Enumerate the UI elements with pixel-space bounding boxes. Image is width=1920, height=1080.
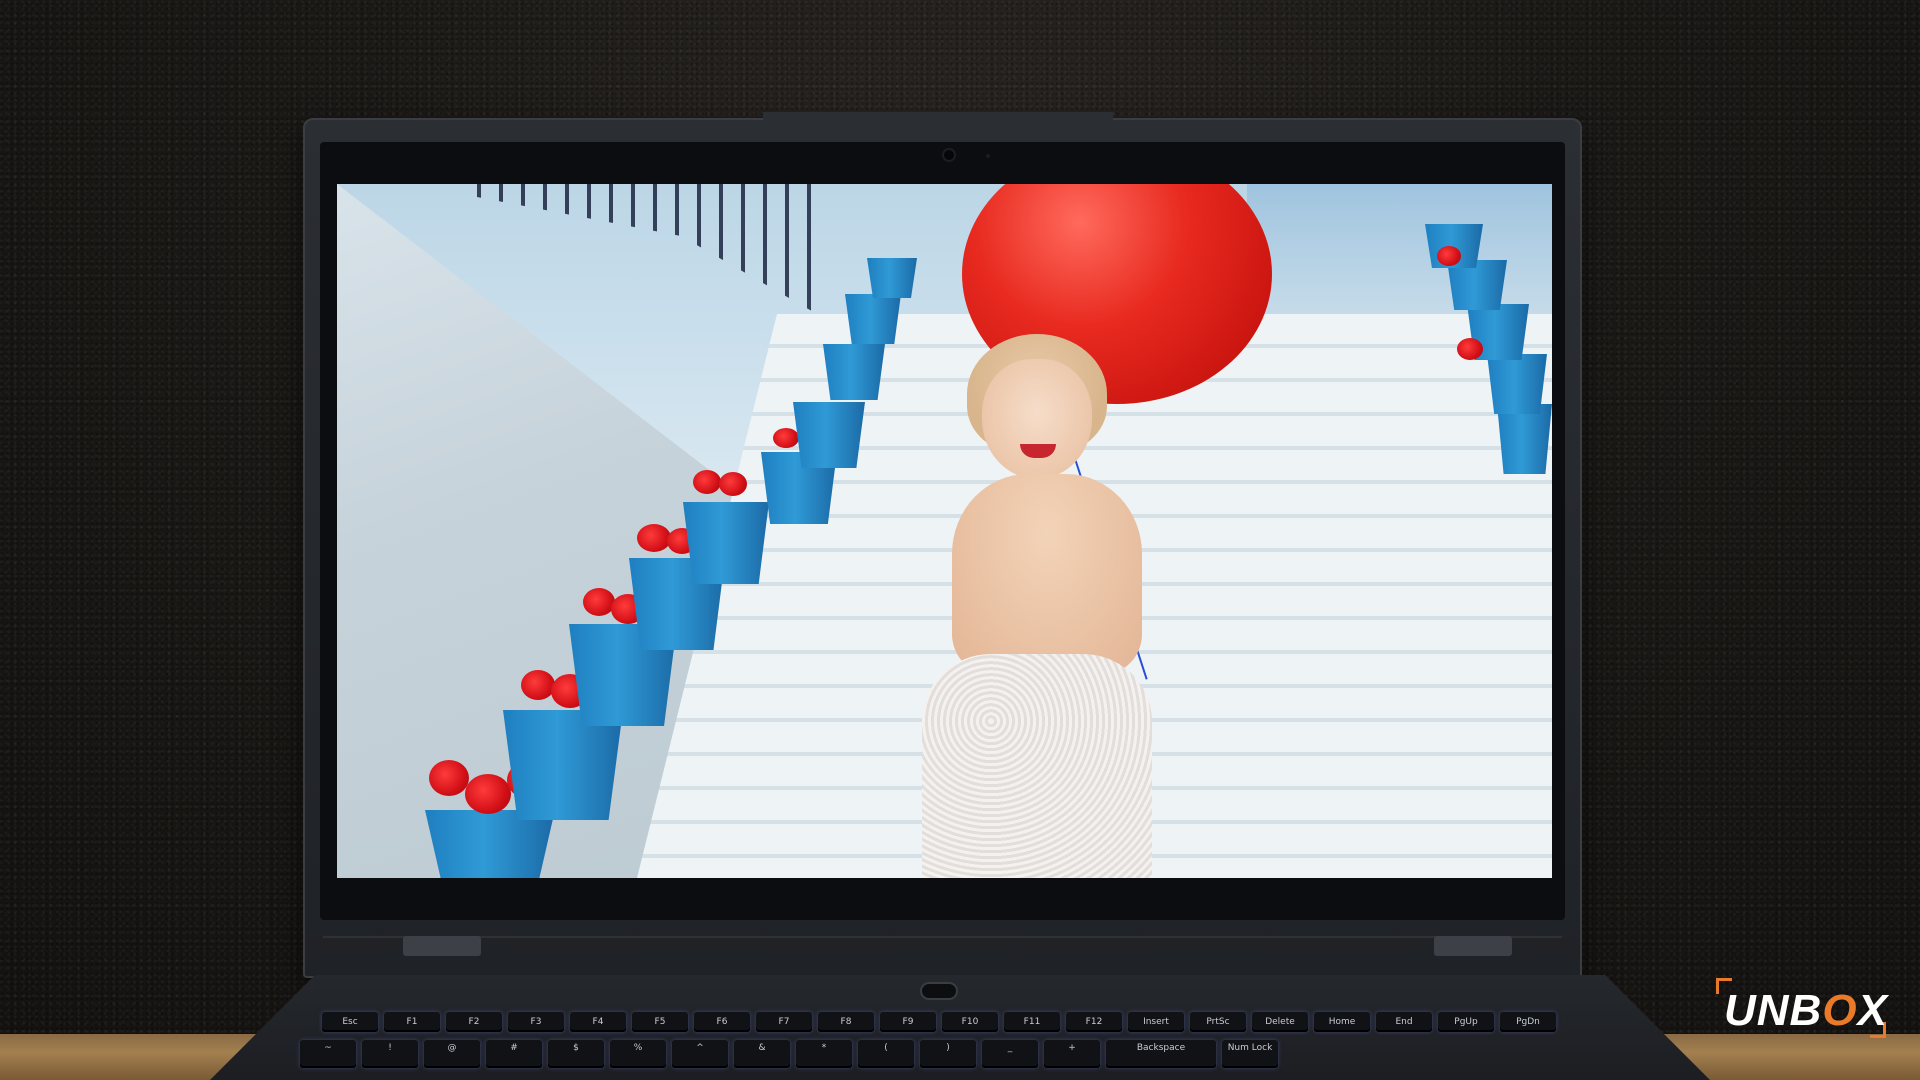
key-backspace[interactable]: Backspace: [1106, 1040, 1216, 1068]
camera-led: [986, 154, 990, 158]
key-5[interactable]: %: [610, 1040, 666, 1068]
key-4[interactable]: $: [548, 1040, 604, 1068]
face: [982, 359, 1092, 479]
flower-pot: [1487, 354, 1547, 414]
smiling-woman: [882, 334, 1182, 878]
flower-pot: [823, 344, 885, 400]
key-8[interactable]: *: [796, 1040, 852, 1068]
key-f4[interactable]: F4: [570, 1012, 626, 1032]
flower-pot: [1497, 404, 1552, 474]
rose: [773, 428, 799, 448]
rose: [521, 670, 555, 700]
key-insert[interactable]: Insert: [1128, 1012, 1184, 1032]
railing: [477, 184, 817, 314]
watermark-text: UNBOX: [1724, 986, 1888, 1036]
key-f2[interactable]: F2: [446, 1012, 502, 1032]
key-minus[interactable]: _: [982, 1040, 1038, 1068]
unbox-watermark-logo: UNBOX: [1716, 978, 1888, 1038]
rose: [637, 524, 671, 552]
rose: [583, 588, 615, 616]
hinge-right: [1434, 936, 1512, 956]
chin-line: [323, 936, 1562, 938]
function-key-row: Esc F1 F2 F3 F4 F5 F6 F7 F8 F9 F10 F11 F…: [322, 1012, 1556, 1032]
key-7[interactable]: &: [734, 1040, 790, 1068]
key-f8[interactable]: F8: [818, 1012, 874, 1032]
key-f9[interactable]: F9: [880, 1012, 936, 1032]
rose: [693, 470, 721, 494]
key-esc[interactable]: Esc: [322, 1012, 378, 1032]
key-2[interactable]: @: [424, 1040, 480, 1068]
power-button[interactable]: [922, 984, 956, 998]
key-3[interactable]: #: [486, 1040, 542, 1068]
flower-pot: [503, 710, 623, 820]
key-f1[interactable]: F1: [384, 1012, 440, 1032]
key-f7[interactable]: F7: [756, 1012, 812, 1032]
flower-pot: [425, 810, 555, 878]
watermark-o: O: [1822, 986, 1858, 1035]
key-f6[interactable]: F6: [694, 1012, 750, 1032]
key-delete[interactable]: Delete: [1252, 1012, 1308, 1032]
key-home[interactable]: Home: [1314, 1012, 1370, 1032]
watermark-suffix: X: [1857, 986, 1888, 1035]
rose: [1457, 338, 1483, 360]
key-f12[interactable]: F12: [1066, 1012, 1122, 1032]
key-9[interactable]: (: [858, 1040, 914, 1068]
key-f10[interactable]: F10: [942, 1012, 998, 1032]
rose: [429, 760, 469, 796]
flower-pot: [683, 502, 769, 584]
key-tilde[interactable]: ~: [300, 1040, 356, 1068]
camera-notch: [763, 112, 1113, 126]
sky: [1247, 184, 1552, 314]
key-plus[interactable]: +: [1044, 1040, 1100, 1068]
hinge-left: [403, 936, 481, 956]
torso: [952, 474, 1142, 674]
webcam-icon: [944, 150, 954, 160]
key-numlock[interactable]: Num Lock: [1222, 1040, 1278, 1068]
key-prtsc[interactable]: PrtSc: [1190, 1012, 1246, 1032]
key-end[interactable]: End: [1376, 1012, 1432, 1032]
key-1[interactable]: !: [362, 1040, 418, 1068]
key-6[interactable]: ^: [672, 1040, 728, 1068]
rose: [719, 472, 747, 496]
key-f5[interactable]: F5: [632, 1012, 688, 1032]
key-f11[interactable]: F11: [1004, 1012, 1060, 1032]
flower-pot: [793, 402, 865, 468]
key-f3[interactable]: F3: [508, 1012, 564, 1032]
number-key-row: ~ ! @ # $ % ^ & * ( ) _ + Backspace Num …: [300, 1040, 1278, 1068]
watermark-prefix: UNB: [1724, 986, 1823, 1035]
white-lace-dress: [922, 654, 1152, 878]
key-0[interactable]: ): [920, 1040, 976, 1068]
rose: [1437, 246, 1461, 266]
key-pgup[interactable]: PgUp: [1438, 1012, 1494, 1032]
laptop-screen-photo: [337, 184, 1552, 878]
flower-pot: [867, 258, 917, 298]
key-pgdn[interactable]: PgDn: [1500, 1012, 1556, 1032]
rose: [465, 774, 511, 814]
